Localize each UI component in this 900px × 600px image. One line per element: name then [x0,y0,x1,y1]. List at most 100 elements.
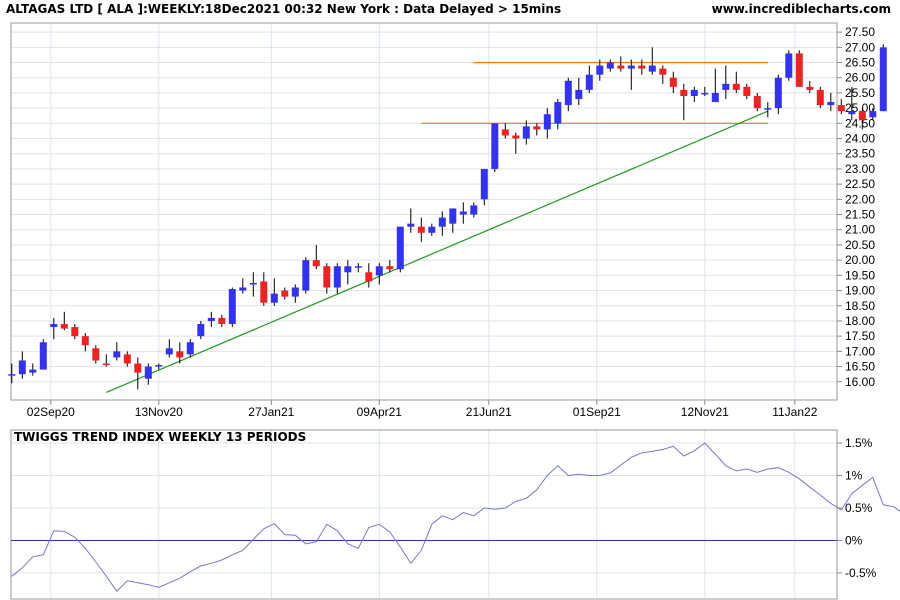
candle-body [680,89,688,96]
candlestick [501,123,509,139]
y-tick-label: 16.00 [845,375,875,389]
y-tick-label: 21.50 [845,208,875,222]
candlestick [302,257,310,294]
candle-body [554,102,562,124]
candlestick [669,71,677,93]
y-tick-label: 22.50 [845,177,875,191]
candlestick [344,260,352,285]
candle-body [71,327,79,337]
candle-body [617,65,625,69]
candle-body [638,65,646,69]
candlestick [575,77,583,106]
candle-body [260,281,268,303]
candlestick [428,223,436,236]
candle-body [102,363,110,366]
candle-body [785,53,793,78]
x-tick-label: 11Jan22 [772,405,817,419]
candle-body [50,323,58,328]
candle-body [533,126,541,130]
candle-body [18,360,26,375]
candle-body [480,168,488,200]
candlestick [480,168,488,206]
candlestick [312,244,320,270]
candlestick [491,123,499,172]
candle-body [428,226,436,233]
candle-body [123,354,131,364]
x-tick-label: 27Jan21 [248,405,294,419]
candle-body [669,77,677,87]
candle-body [291,287,299,297]
candlestick [438,211,446,236]
candlestick [333,263,341,294]
candlestick [323,263,331,294]
candle-body [753,95,761,109]
indicator-tick-label: 0.5% [845,501,873,515]
candlestick [680,83,688,121]
candle-body [585,74,593,90]
candle-body [722,83,730,90]
candlestick [470,202,478,218]
candle-body [659,68,667,75]
price-overlays [106,61,769,393]
candle-body [344,266,352,273]
candle-body [543,114,551,130]
y-tick-label: 16.50 [845,360,875,374]
candlestick [375,263,383,285]
candle-body [438,217,446,227]
candle-body [848,111,856,115]
candle-body [197,323,205,337]
y-tick-label: 25.50 [845,86,875,100]
candle-body [239,287,247,291]
site-name[interactable]: www.incrediblecharts.com [712,2,891,16]
candle-body [407,223,415,227]
candlestick [29,363,37,376]
candlestick [396,226,404,273]
candle-body [218,317,226,324]
candle-body [879,47,887,112]
candlestick [417,217,425,242]
price-panel-border [10,22,838,401]
candlestick [228,287,236,328]
candle-body [648,65,656,72]
candlestick [270,278,278,306]
candle-body [207,317,215,321]
candlestick [165,339,173,358]
y-tick-label: 19.00 [845,284,875,298]
y-tick-label: 26.00 [845,71,875,85]
candlestick [617,56,625,72]
x-tick-label: 13Nov20 [135,405,183,419]
candlestick [648,47,656,75]
candlestick [743,83,751,100]
candle-body [564,80,572,106]
candle-body [690,89,698,96]
indicator-title: TWIGGS TREND INDEX WEEKLY 13 PERIODS [14,430,306,444]
x-tick-label: 01Sep21 [573,405,621,419]
candle-body [491,123,499,169]
y-tick-label: 17.00 [845,344,875,358]
candlestick [512,132,520,154]
stock-chart: ALTAGAS LTD [ ALA ]:WEEKLY:18Dec2021 00:… [6,2,900,600]
candle-body [606,62,614,69]
candlestick [39,339,47,370]
candlestick [627,59,635,90]
candlestick [837,99,845,115]
candlestick [795,50,803,87]
candle-body [459,211,467,215]
candle-body [144,366,152,379]
candle-body [29,369,37,373]
candle-body [165,348,173,355]
candle-body [113,351,121,358]
candle-body [155,365,163,367]
candle-body [281,290,289,297]
candle-body [323,266,331,288]
indicator-tick-label: 1.5% [845,436,873,450]
x-tick-label: 09Apr21 [357,405,403,419]
candlestick [249,272,257,297]
y-tick-label: 23.00 [845,162,875,176]
candle-body [312,260,320,267]
indicator-panel-border [10,429,838,600]
candle-body [134,363,142,373]
indicator-tick-label: -0.5% [845,566,877,580]
candle-body [816,89,824,106]
x-tick-label: 02Sep20 [27,405,75,419]
